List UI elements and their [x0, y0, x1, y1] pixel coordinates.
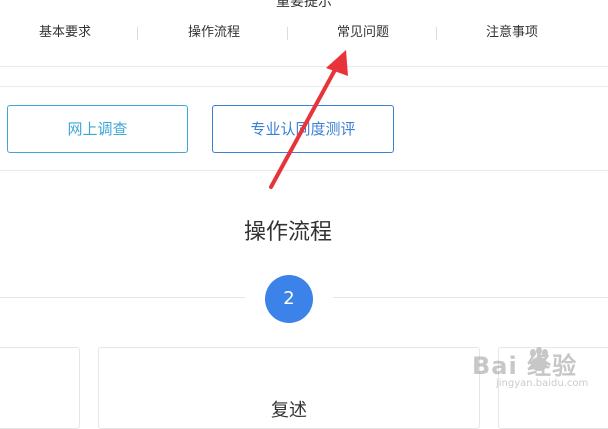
section-title: 操作流程 — [243, 220, 332, 245]
tab-divider — [137, 27, 138, 40]
tab-divider — [436, 27, 437, 40]
tab-notes[interactable]: 注意事项 — [452, 18, 572, 48]
step-line-right — [333, 297, 608, 298]
watermark-text: Bai 经验 — [472, 352, 578, 380]
tab-operation-process[interactable]: 操作流程 — [154, 18, 274, 48]
divider-line — [0, 170, 608, 171]
step-card[interactable] — [0, 347, 80, 429]
professional-evaluation-button[interactable]: 专业认同度测评 — [212, 105, 394, 153]
tab-faq[interactable]: 常见问题 — [303, 18, 423, 48]
step-number-badge: 2 — [265, 275, 313, 323]
tab-basic-requirements[interactable]: 基本要求 — [5, 18, 125, 48]
divider-line — [0, 86, 608, 87]
paw-icon — [530, 347, 548, 371]
watermark-url: jingyan.baidu.com — [496, 378, 589, 389]
baidu-jingyan-watermark: Bai 经验 jingyan.baidu.com — [468, 342, 608, 390]
divider-line — [0, 66, 608, 67]
step-card-label: 复述 — [271, 400, 307, 421]
step-card[interactable]: 复述 — [98, 347, 480, 429]
online-survey-button[interactable]: 网上调查 — [7, 105, 188, 153]
tab-divider — [287, 27, 288, 40]
step-line-left — [0, 297, 245, 298]
page-header-title: 重要提示 — [276, 0, 332, 10]
tab-bar: 基本要求 操作流程 常见问题 注意事项 — [0, 18, 608, 48]
